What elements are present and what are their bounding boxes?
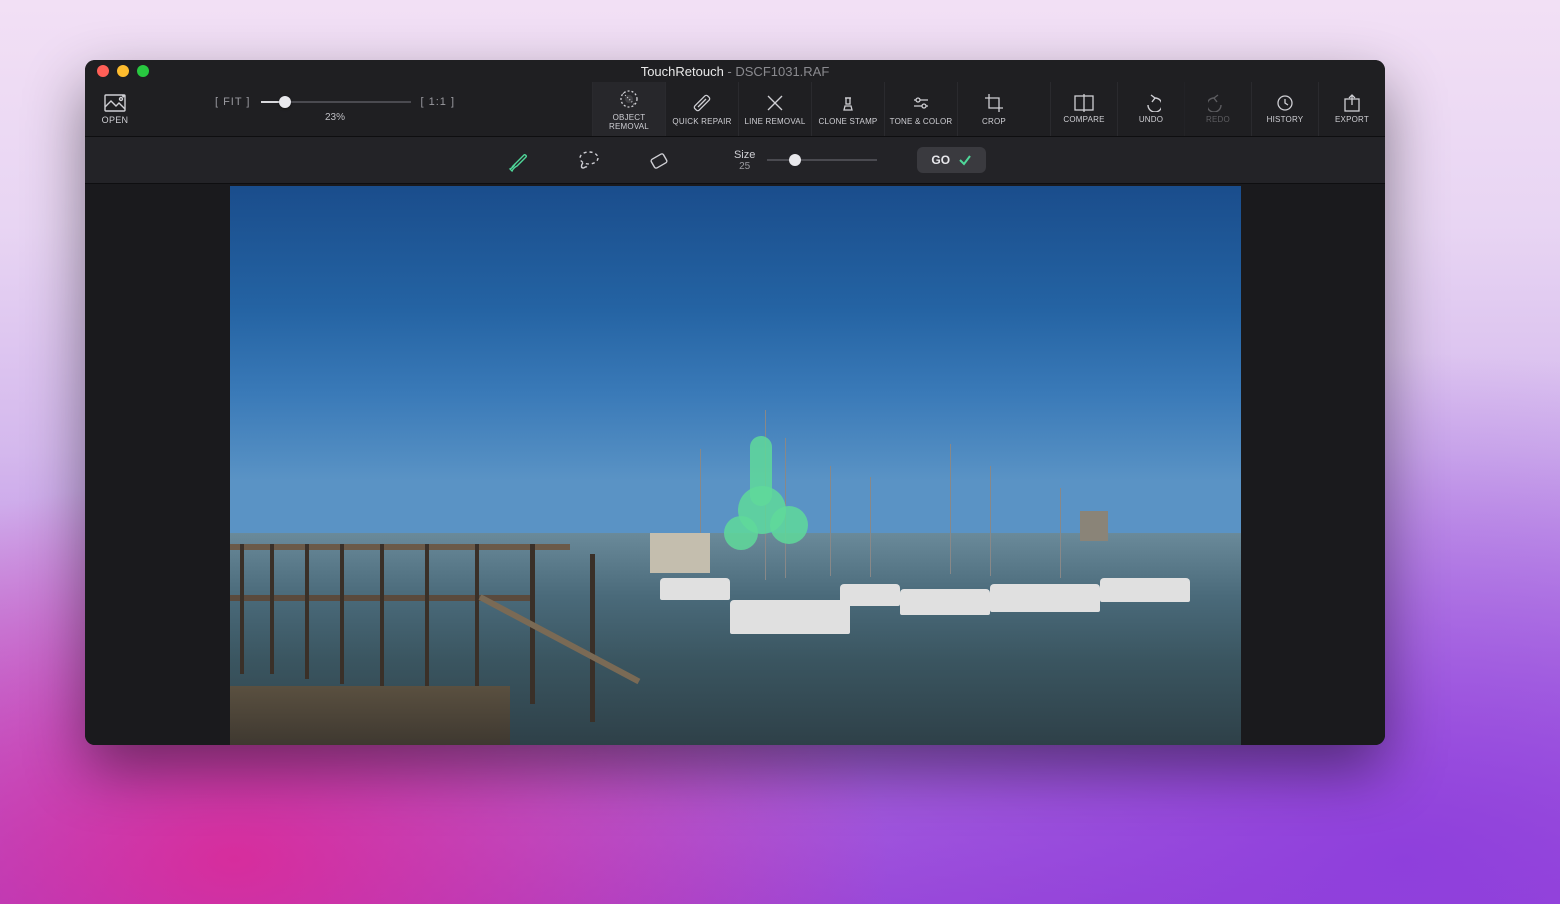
subtool-lasso[interactable]: [554, 137, 624, 183]
clone-stamp-icon: [837, 92, 859, 114]
size-slider[interactable]: [767, 159, 877, 161]
redo-icon: [1208, 94, 1228, 112]
tool-tone-color[interactable]: TONE & COLOR: [884, 82, 957, 136]
tool-object-removal[interactable]: OBJECT REMOVAL: [592, 82, 665, 136]
compare-icon: [1074, 94, 1094, 112]
app-name: TouchRetouch: [641, 64, 724, 79]
export-button[interactable]: EXPORT: [1318, 82, 1385, 136]
compare-button[interactable]: COMPARE: [1050, 82, 1117, 136]
quick-repair-icon: [691, 92, 713, 114]
titlebar: TouchRetouch - DSCF1031.RAF: [85, 60, 1385, 82]
check-icon: [958, 153, 972, 167]
tone-color-icon: [910, 92, 932, 114]
subtool-brush[interactable]: [484, 137, 554, 183]
size-label: Size: [734, 149, 755, 161]
undo-icon: [1141, 94, 1161, 112]
zoom-slider-knob[interactable]: [279, 96, 291, 108]
export-icon: [1342, 94, 1362, 112]
zoom-fit-button[interactable]: [ FIT ]: [215, 96, 251, 108]
brush-icon: [506, 147, 532, 173]
open-label: OPEN: [102, 115, 129, 125]
brush-size-control: Size 25: [734, 149, 877, 172]
redo-button[interactable]: REDO: [1184, 82, 1251, 136]
open-button[interactable]: OPEN: [85, 82, 145, 136]
secondary-toolbar: Size 25 GO: [85, 137, 1385, 184]
tool-crop[interactable]: CROP: [957, 82, 1030, 136]
go-label: GO: [931, 153, 950, 167]
size-slider-knob[interactable]: [789, 154, 801, 166]
eraser-icon: [646, 147, 672, 173]
app-window: TouchRetouch - DSCF1031.RAF OPEN [ FIT ]: [85, 60, 1385, 745]
zoom-percent-label: 23%: [325, 112, 345, 123]
image-open-icon: [104, 94, 126, 112]
canvas-area: [85, 184, 1385, 745]
tool-clone-stamp[interactable]: CLONE STAMP: [811, 82, 884, 136]
history-icon: [1275, 94, 1295, 112]
primary-toolbar: OPEN [ FIT ] [ 1:1 ] 23%: [85, 82, 1385, 137]
zoom-1to1-button[interactable]: [ 1:1 ]: [421, 96, 456, 108]
object-removal-icon: [618, 88, 640, 110]
lasso-icon: [576, 147, 602, 173]
subtool-eraser[interactable]: [624, 137, 694, 183]
tool-line-removal[interactable]: LINE REMOVAL: [738, 82, 811, 136]
crop-icon: [983, 92, 1005, 114]
undo-button[interactable]: UNDO: [1117, 82, 1184, 136]
go-button[interactable]: GO: [917, 147, 986, 173]
main-tool-group: OBJECT REMOVAL QUICK REPAIR LINE REMO: [592, 82, 1385, 136]
zoom-control: [ FIT ] [ 1:1 ] 23%: [145, 82, 525, 136]
document-filename: DSCF1031.RAF: [735, 64, 829, 79]
zoom-slider[interactable]: [261, 101, 411, 103]
line-removal-icon: [764, 92, 786, 114]
image-canvas[interactable]: [230, 186, 1241, 745]
window-title: TouchRetouch - DSCF1031.RAF: [85, 64, 1385, 79]
size-value: 25: [739, 161, 750, 172]
tool-quick-repair[interactable]: QUICK REPAIR: [665, 82, 738, 136]
history-button[interactable]: HISTORY: [1251, 82, 1318, 136]
